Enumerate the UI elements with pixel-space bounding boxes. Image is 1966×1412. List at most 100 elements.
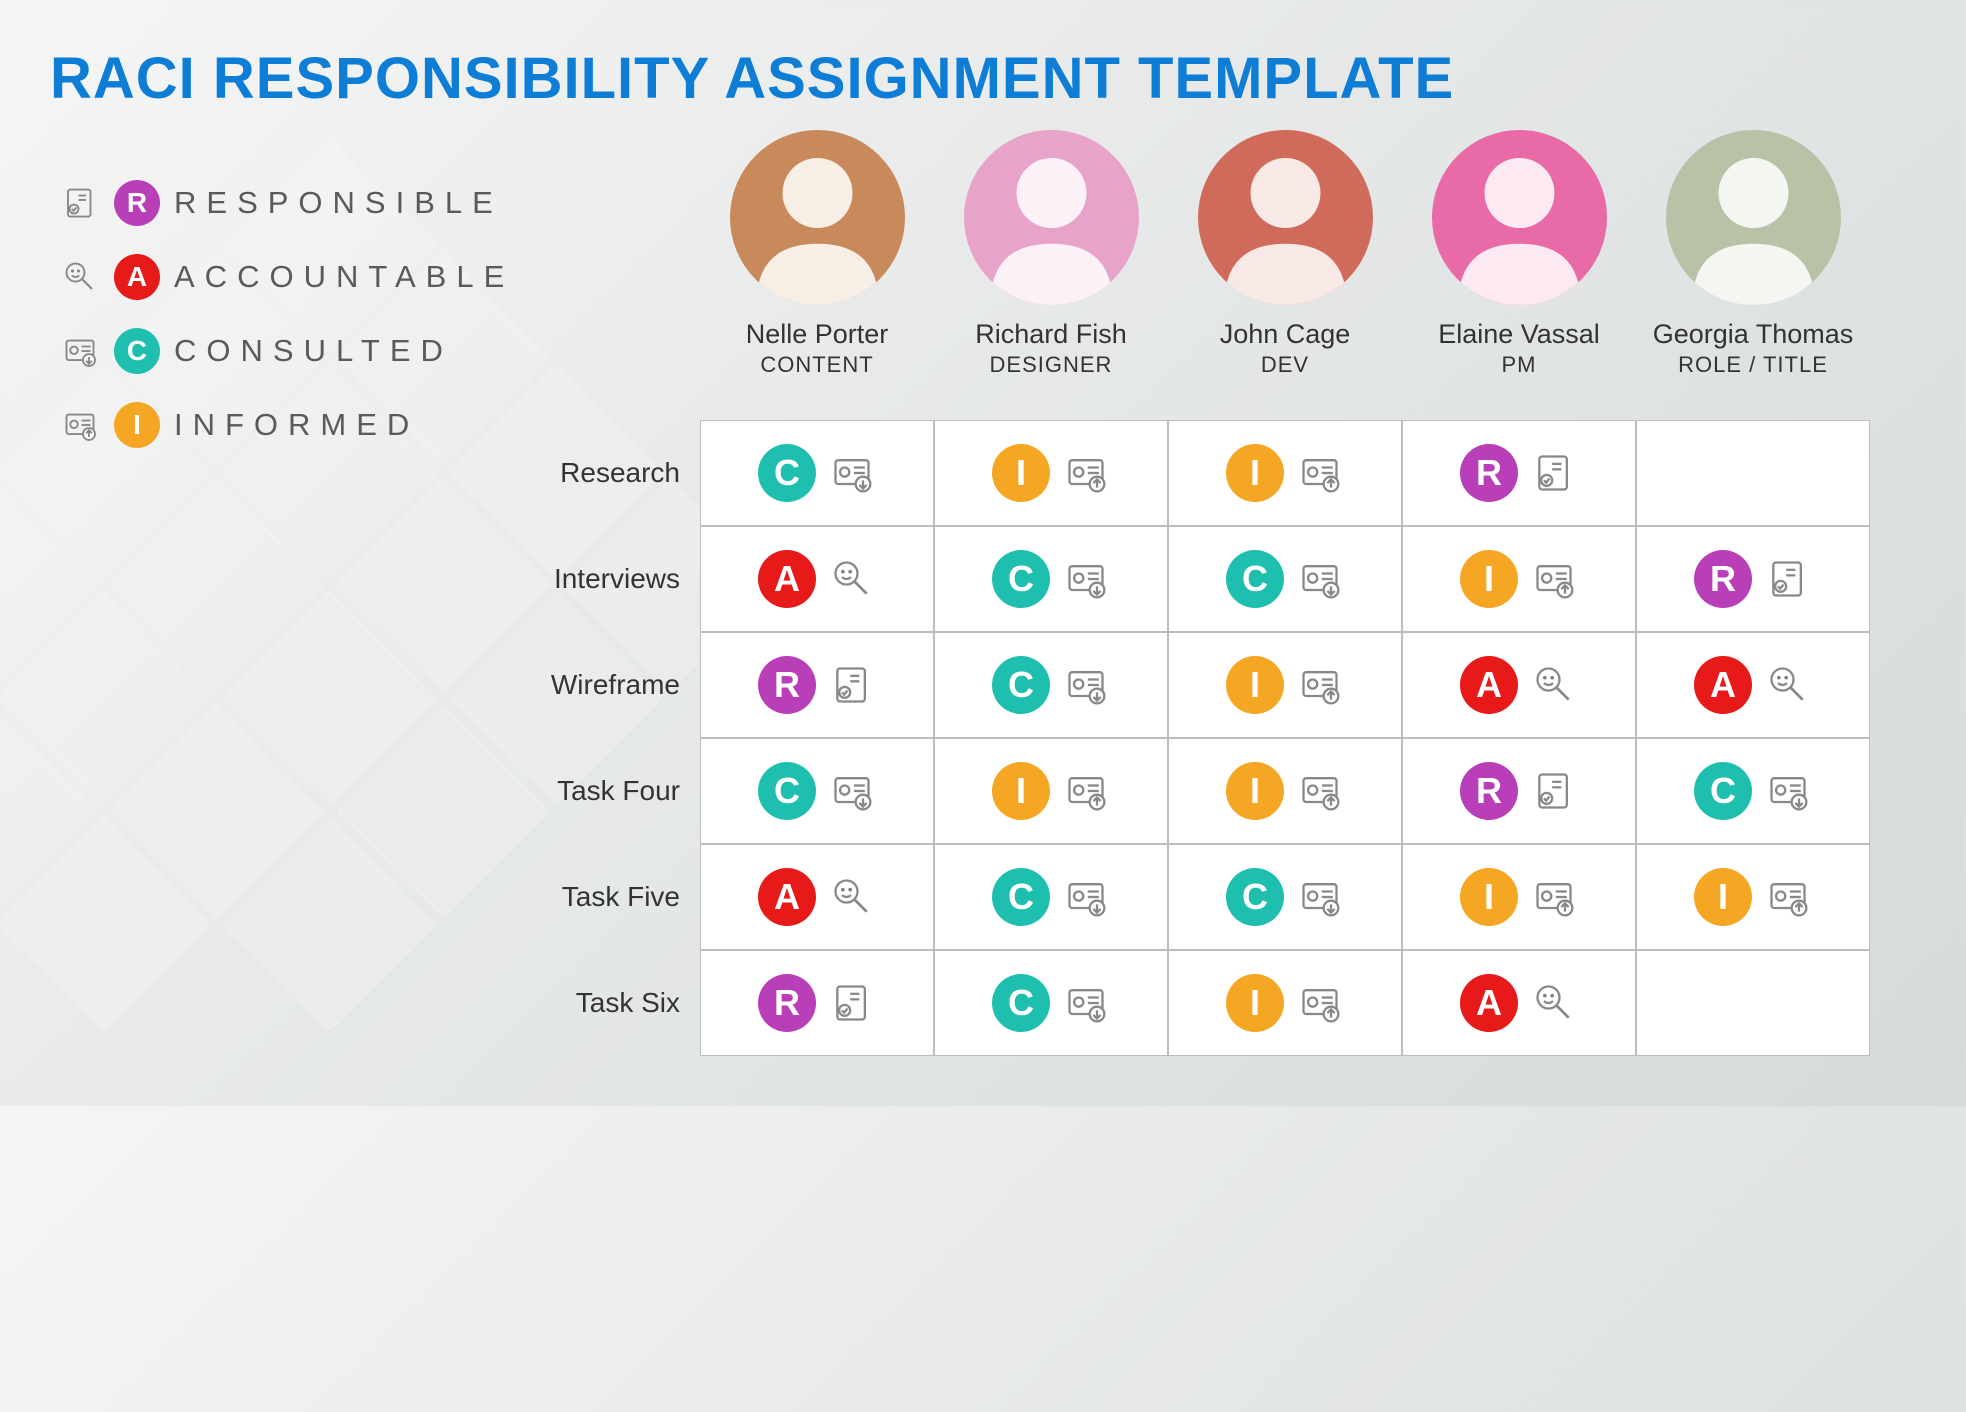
matrix-cell: A: [1402, 632, 1636, 738]
person-column: Elaine VassalPM: [1402, 130, 1636, 378]
matrix-cell: [1636, 420, 1870, 526]
matrix-cell: A: [1636, 632, 1870, 738]
id-down-icon: [1296, 555, 1344, 603]
raci-badge-c: C: [992, 656, 1050, 714]
raci-badge-r: R: [1460, 444, 1518, 502]
person-role: DEV: [1261, 352, 1309, 378]
legend-item-a: A ACCOUNTABLE: [60, 254, 514, 300]
matrix-cell: [1636, 950, 1870, 1056]
person-role: DESIGNER: [990, 352, 1113, 378]
task-name: Interviews: [480, 526, 700, 632]
id-up-icon: [1296, 767, 1344, 815]
raci-badge-i: I: [1226, 656, 1284, 714]
person-name: Elaine Vassal: [1438, 319, 1600, 350]
legend-label: RESPONSIBLE: [174, 185, 503, 221]
person-role: PM: [1502, 352, 1537, 378]
raci-badge-r: R: [758, 974, 816, 1032]
face-magnify-icon: [60, 257, 100, 297]
matrix-cell: A: [700, 526, 934, 632]
doc-check-icon: [828, 661, 876, 709]
matrix-row: Task FiveACCII: [480, 844, 1870, 950]
raci-badge-r: R: [1460, 762, 1518, 820]
raci-badge-c: C: [1226, 550, 1284, 608]
id-up-icon: [1062, 767, 1110, 815]
person-role: CONTENT: [760, 352, 873, 378]
raci-badge-a: A: [1460, 974, 1518, 1032]
id-down-icon: [1296, 873, 1344, 921]
raci-badge-c: C: [992, 550, 1050, 608]
id-up-icon: [1296, 661, 1344, 709]
person-role: ROLE / TITLE: [1678, 352, 1828, 378]
doc-check-icon: [1530, 449, 1578, 497]
person-name: Richard Fish: [975, 319, 1127, 350]
matrix-cell: C: [1168, 844, 1402, 950]
page-title: RACI RESPONSIBILITY ASSIGNMENT TEMPLATE: [50, 45, 1454, 112]
raci-badge-c: C: [1694, 762, 1752, 820]
raci-badge-i: I: [1460, 868, 1518, 926]
id-up-icon: [1296, 449, 1344, 497]
legend-badge-c: C: [114, 328, 160, 374]
id-up-icon: [1530, 873, 1578, 921]
id-down-icon: [828, 449, 876, 497]
matrix-cell: R: [1402, 420, 1636, 526]
id-down-icon: [1062, 873, 1110, 921]
matrix-row: WireframeRCIAA: [480, 632, 1870, 738]
person-name: Georgia Thomas: [1653, 319, 1854, 350]
raci-badge-i: I: [1226, 444, 1284, 502]
legend-item-r: RRESPONSIBLE: [60, 180, 514, 226]
raci-badge-c: C: [992, 974, 1050, 1032]
matrix-cell: I: [1402, 526, 1636, 632]
avatar: [730, 130, 905, 305]
raci-matrix: ResearchCIIRInterviewsACCIRWireframeRCIA…: [480, 420, 1870, 1056]
person-name: John Cage: [1220, 319, 1351, 350]
raci-badge-c: C: [992, 868, 1050, 926]
id-down-icon: [1062, 555, 1110, 603]
raci-badge-r: R: [1694, 550, 1752, 608]
matrix-cell: I: [934, 420, 1168, 526]
task-name: Wireframe: [480, 632, 700, 738]
raci-badge-c: C: [758, 762, 816, 820]
person-column: John CageDEV: [1168, 130, 1402, 378]
person-column: Richard FishDESIGNER: [934, 130, 1168, 378]
doc-check-icon: [828, 979, 876, 1027]
legend-label: INFORMED: [174, 407, 419, 443]
legend-item-c: CCONSULTED: [60, 328, 514, 374]
raci-badge-a: A: [758, 550, 816, 608]
matrix-row: Task Six R C I A: [480, 950, 1870, 1056]
people-header-row: Nelle PorterCONTENTRichard FishDESIGNERJ…: [700, 130, 1870, 378]
matrix-cell: I: [1636, 844, 1870, 950]
matrix-row: Interviews A C C I R: [480, 526, 1870, 632]
matrix-cell: C: [1168, 526, 1402, 632]
raci-badge-a: A: [1694, 656, 1752, 714]
raci-badge-i: I: [992, 762, 1050, 820]
avatar: [1198, 130, 1373, 305]
matrix-cell: I: [1168, 950, 1402, 1056]
legend-badge-a: A: [114, 254, 160, 300]
face-magnify-icon: [1530, 661, 1578, 709]
matrix-cell: I: [1168, 420, 1402, 526]
doc-check-icon: [1764, 555, 1812, 603]
doc-check-icon: [1530, 767, 1578, 815]
id-up-icon: [1296, 979, 1344, 1027]
matrix-cell: C: [934, 844, 1168, 950]
raci-badge-i: I: [1460, 550, 1518, 608]
matrix-cell: C: [1636, 738, 1870, 844]
legend-label: ACCOUNTABLE: [174, 259, 514, 295]
matrix-cell: C: [934, 632, 1168, 738]
raci-legend: RRESPONSIBLE A ACCOUNTABLE CCONSULTED I INFOR…: [60, 180, 514, 448]
matrix-cell: R: [1402, 738, 1636, 844]
face-magnify-icon: [828, 873, 876, 921]
id-down-icon: [828, 767, 876, 815]
matrix-cell: A: [1402, 950, 1636, 1056]
task-name: Task Four: [480, 738, 700, 844]
face-magnify-icon: [1530, 979, 1578, 1027]
raci-badge-a: A: [1460, 656, 1518, 714]
face-magnify-icon: [828, 555, 876, 603]
person-column: Nelle PorterCONTENT: [700, 130, 934, 378]
raci-badge-i: I: [992, 444, 1050, 502]
task-name: Task Six: [480, 950, 700, 1056]
avatar: [1432, 130, 1607, 305]
legend-badge-i: I: [114, 402, 160, 448]
raci-badge-i: I: [1226, 974, 1284, 1032]
matrix-cell: I: [1402, 844, 1636, 950]
